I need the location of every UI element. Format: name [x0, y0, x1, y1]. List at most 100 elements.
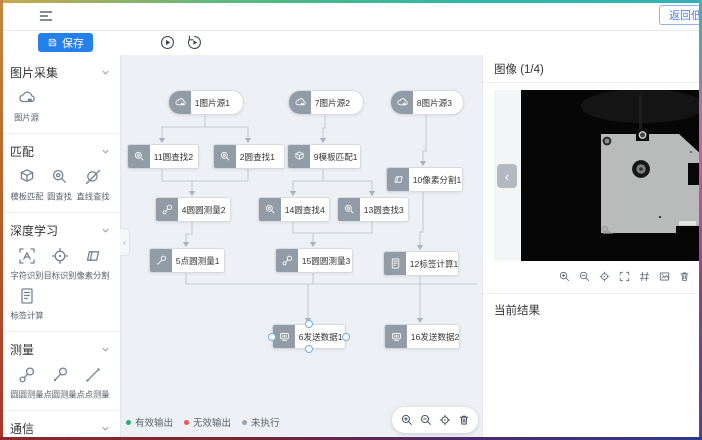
flow-node-n1[interactable]: 1图片源1 [168, 90, 244, 115]
flow-node-n6[interactable]: 6发送数据1 [272, 324, 346, 349]
node-port[interactable] [305, 345, 313, 353]
section-title: 通信 [10, 420, 34, 437]
node-label: 10像素分割1 [409, 173, 465, 185]
item-label: 图片源 [14, 112, 39, 124]
metal-part-image [521, 90, 702, 261]
prev-image-button[interactable]: ‹ [497, 164, 517, 188]
image-header-label: 图像 (1/4) [494, 64, 544, 76]
sidebar-item-circle-find[interactable]: 圆查找 [43, 167, 76, 203]
locate-button[interactable] [438, 413, 452, 427]
preview-panel: 图像 (1/4) ‹ 当前结果 [482, 55, 702, 440]
flow-node-n7[interactable]: 7图片源2 [288, 90, 364, 115]
legend-dot [126, 420, 131, 425]
flow-node-n2[interactable]: 2圆查找1 [213, 144, 285, 169]
grid-button[interactable] [638, 270, 651, 283]
snapshot-button[interactable] [658, 270, 671, 283]
flow-node-n13[interactable]: 13圆查找3 [337, 197, 409, 222]
sidebar-section: 深度学习字符识别目标识别像素分割标签计算 [0, 213, 120, 332]
zoom-in-icon [400, 413, 414, 427]
sidebar-item-ocr[interactable]: 字符识别 [10, 246, 43, 282]
flow-node-n8[interactable]: 8图片源3 [390, 90, 464, 115]
delete-icon [457, 413, 471, 427]
sidebar-item-point-point-measure[interactable]: 点点测量 [77, 365, 110, 401]
line-find-icon [83, 167, 103, 187]
sidebar-item-image-source[interactable]: 图片源 [10, 88, 43, 124]
locate-button[interactable] [598, 270, 611, 283]
sidebar-section: 图片采集图片源 [0, 55, 120, 134]
sidebar-collapse-handle[interactable]: ‹ [120, 228, 130, 256]
save-icon [47, 37, 58, 48]
zoom-in-button[interactable] [558, 270, 571, 283]
send-data-node-icon [385, 325, 407, 348]
node-port[interactable] [268, 333, 276, 341]
section-title: 图片采集 [10, 64, 58, 81]
circle-circle-measure-node-icon [276, 249, 298, 272]
run-button[interactable] [159, 34, 176, 51]
delete-button[interactable] [678, 270, 691, 283]
flow-node-n9[interactable]: 9模板匹配1 [287, 144, 361, 169]
label-calc-node-icon [384, 252, 406, 275]
flow-node-n15[interactable]: 15圆圆测量3 [275, 248, 353, 273]
zoom-in-button[interactable] [400, 413, 414, 427]
point-circle-measure-icon [155, 254, 168, 267]
back-to-lowcode-button[interactable]: 返回低代 [659, 5, 702, 25]
legend-item: 无效输出 [184, 415, 231, 429]
node-label: 8图片源3 [413, 96, 456, 108]
sidebar-item-template-match[interactable]: 模板匹配 [10, 167, 43, 203]
delete-icon [678, 270, 691, 283]
item-label: 圆查找 [48, 191, 73, 203]
save-icon [47, 37, 58, 48]
flow-node-n11[interactable]: 11圆查找2 [127, 144, 199, 169]
node-port[interactable] [342, 333, 350, 341]
flow-node-n5[interactable]: 5点圆测量1 [149, 248, 225, 273]
image-source-icon [396, 96, 409, 109]
node-label: 15圆圆测量3 [298, 254, 354, 266]
section-header[interactable]: 通信 [10, 420, 110, 437]
node-label: 7图片源2 [311, 96, 354, 108]
circle-circle-measure-icon [281, 254, 294, 267]
image-source-icon [294, 96, 307, 109]
menu-icon[interactable] [38, 8, 54, 24]
section-header[interactable]: 图片采集 [10, 64, 110, 81]
canvas-legend: 有效输出无效输出未执行 [126, 415, 280, 429]
zoom-out-button[interactable] [578, 270, 591, 283]
image-source-icon [174, 96, 187, 109]
grid-icon [638, 270, 651, 283]
section-header[interactable]: 深度学习 [10, 222, 110, 239]
node-label: 13圆查找3 [360, 203, 408, 215]
chevron-down-icon [101, 226, 110, 235]
flow-node-n12[interactable]: 12标签计算1 [383, 251, 459, 276]
sidebar-item-label-calc[interactable]: 标签计算 [10, 286, 43, 322]
flow-canvas[interactable]: 1图片源1 7图片源2 8图片源3 11圆查找2 2圆查找1 9模板匹配1 10像素分割1 4… [120, 55, 482, 440]
template-match-icon [293, 150, 306, 163]
zoom-out-button[interactable] [419, 413, 433, 427]
sidebar-item-point-circle-measure[interactable]: 点圆测量 [43, 365, 76, 401]
circle-find-node-icon [259, 198, 281, 221]
node-port[interactable] [305, 320, 313, 328]
node-label: 14圆查找4 [281, 203, 329, 215]
node-label: 9模板匹配1 [310, 150, 361, 162]
flow-node-n4[interactable]: 4圆圆测量2 [155, 197, 231, 222]
flow-node-n14[interactable]: 14圆查找4 [258, 197, 330, 222]
item-label: 直线查找 [77, 191, 110, 203]
pixel-segment-node-icon [387, 168, 409, 191]
flow-node-n16[interactable]: 16发送数据2 [384, 324, 460, 349]
section-header[interactable]: 测量 [10, 341, 110, 358]
sidebar-item-line-find[interactable]: 直线查找 [77, 167, 110, 203]
section-header[interactable]: 匹配 [10, 143, 110, 160]
fullscreen-button[interactable] [618, 270, 631, 283]
delete-button[interactable] [457, 413, 471, 427]
sidebar-item-circle-circle-measure[interactable]: 圆圆测量 [10, 365, 43, 401]
run-step-button[interactable] [186, 34, 203, 51]
sidebar-item-target-detect[interactable]: 目标识别 [43, 246, 76, 282]
flow-node-n10[interactable]: 10像素分割1 [386, 167, 463, 192]
node-label: 4圆圆测量2 [178, 203, 229, 215]
point-circle-measure-icon [50, 365, 70, 385]
sidebar-item-pixel-segment[interactable]: 像素分割 [77, 246, 110, 282]
inspection-image [521, 90, 702, 261]
node-label: 12标签计算1 [406, 257, 462, 269]
fullscreen-icon [618, 270, 631, 283]
save-button[interactable]: 保存 [38, 33, 93, 52]
send-data-icon [278, 330, 291, 343]
action-toolbar: 保存 [0, 31, 702, 56]
